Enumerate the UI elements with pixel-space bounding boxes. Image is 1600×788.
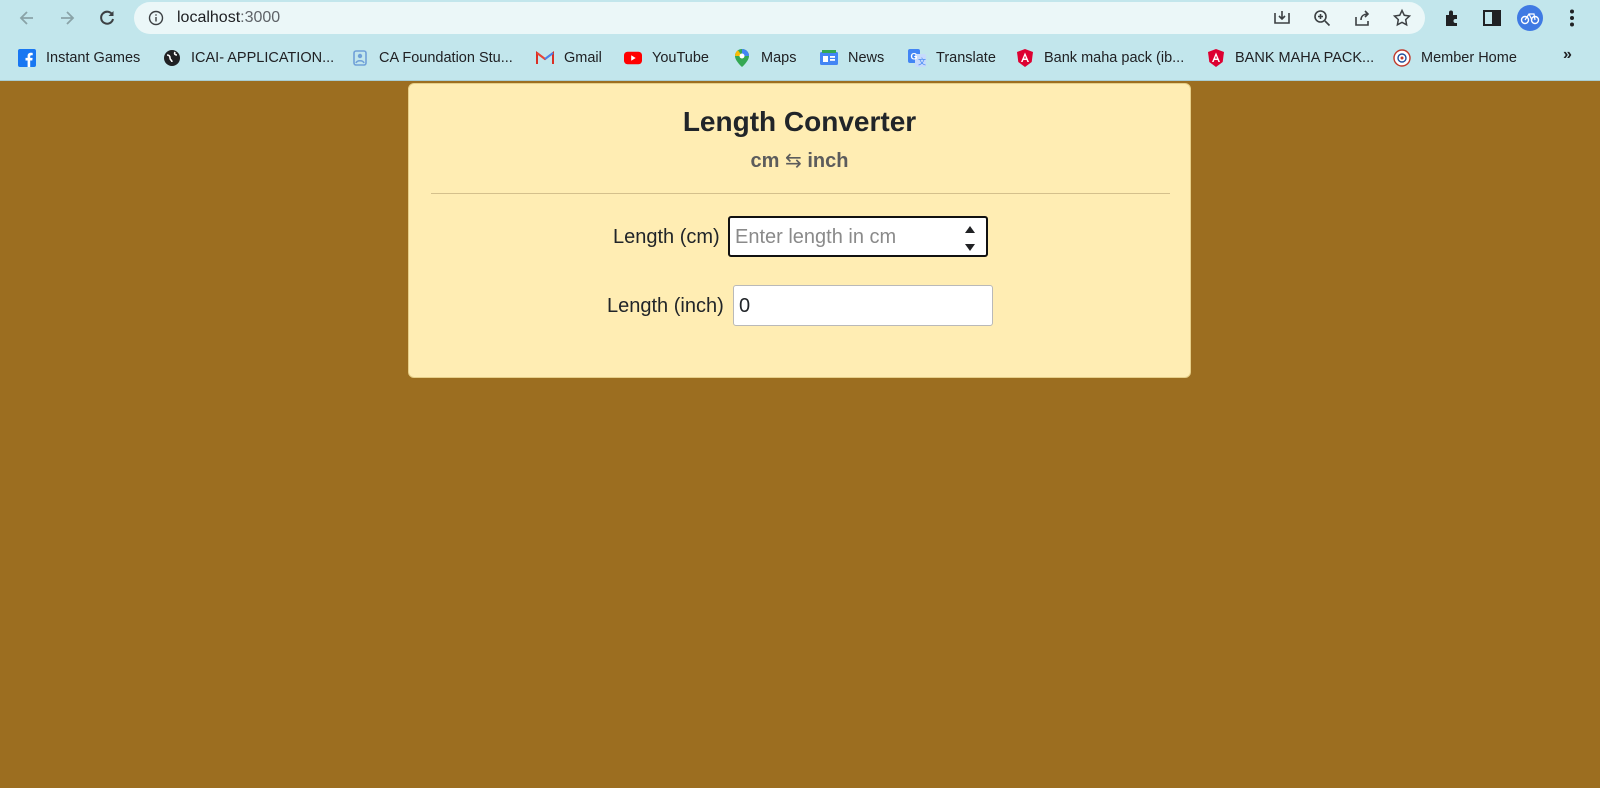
bookmark-label: Gmail [564,50,602,66]
menu-kebab-icon[interactable] [1561,7,1583,29]
address-bar[interactable]: localhost:3000 [134,2,1425,34]
zoom-icon[interactable] [1312,8,1332,28]
bookmark-news[interactable]: News [820,44,884,72]
bookmark-maps[interactable]: Maps [733,44,796,72]
bookmark-translate[interactable]: G文 Translate [908,44,996,72]
page-title: Length Converter [682,106,917,137]
reload-button[interactable] [94,5,120,31]
page-subtitle: cm ⇆ inch [409,148,1190,173]
url-host: localhost [177,9,241,26]
bookmark-label: Bank maha pack (ib... [1044,50,1185,66]
subtitle-to-unit: inch [807,150,849,172]
bookmark-label: Translate [936,50,996,66]
cm-spinner[interactable] [960,222,980,254]
maps-icon [733,49,751,67]
arrow-left-icon [19,11,33,25]
install-app-icon[interactable] [1272,8,1292,28]
forward-button[interactable] [54,5,80,31]
gmail-icon [536,49,554,67]
converter-card: Length Converter cm ⇆ inch Length (cm) E… [408,83,1191,378]
browser-chrome: localhost:3000 Instant Games ICAI- APPLI… [0,0,1600,81]
info-icon[interactable] [148,10,164,26]
bookmark-icai[interactable]: ICAI- APPLICATION... [163,44,334,72]
study-icon [351,49,369,67]
bookmark-label: Member Home [1421,50,1517,66]
bookmark-label: News [848,50,885,66]
url-text[interactable]: localhost:3000 [177,9,280,27]
bookmark-label: ICAI- APPLICATION... [191,50,335,66]
profile-avatar[interactable] [1517,5,1543,31]
inch-label: Length (inch) [607,295,724,317]
youtube-icon [624,49,642,67]
side-panel-icon[interactable] [1481,7,1503,29]
arrow-right-icon [61,11,75,25]
bookmark-star-icon[interactable] [1392,8,1412,28]
translate-icon: G文 [908,49,926,67]
extensions-icon[interactable] [1441,7,1463,29]
bookmark-bank-maha-pack-ib[interactable]: Bank maha pack (ib... [1016,44,1184,72]
triangle-up-icon [965,225,975,233]
bookmarks-more-button[interactable]: » [1563,46,1572,64]
swap-arrows-icon: ⇆ [785,150,802,172]
angular-icon [1016,49,1034,67]
profile-bicycle-icon [1520,13,1540,25]
angular-icon [1207,49,1225,67]
back-button[interactable] [14,5,40,31]
triangle-down-icon [965,243,975,251]
bookmarks-bar: Instant Games ICAI- APPLICATION... CA Fo… [0,44,1600,72]
cm-input-placeholder: Enter length in cm [735,226,897,248]
spin-down-button[interactable] [961,240,979,254]
globe-icon [163,49,181,67]
cm-input[interactable]: Enter length in cm [728,216,988,257]
inch-input[interactable]: 0 [733,285,993,326]
svg-text:G: G [911,52,918,62]
bookmark-bank-maha-pack[interactable]: BANK MAHA PACK... [1207,44,1374,72]
bookmark-label: BANK MAHA PACK... [1235,50,1375,66]
bookmark-instant-games[interactable]: Instant Games [18,44,140,72]
svg-text:文: 文 [918,57,926,67]
news-icon [820,49,838,67]
facebook-icon [18,49,36,67]
reload-icon [100,10,114,25]
bookmark-member-home[interactable]: Member Home [1393,44,1517,72]
bookmark-label: Maps [761,50,797,66]
browser-toolbar: localhost:3000 [0,0,1600,36]
share-icon[interactable] [1352,8,1372,28]
member-icon [1393,49,1411,67]
bookmark-label: CA Foundation Stu... [379,50,513,66]
inch-input-value: 0 [739,295,751,317]
cm-label: Length (cm) [613,226,720,248]
bookmark-gmail[interactable]: Gmail [536,44,602,72]
url-port: :3000 [240,9,281,26]
spin-up-button[interactable] [961,222,979,236]
bookmark-label: YouTube [652,50,709,66]
bookmark-youtube[interactable]: YouTube [624,44,709,72]
subtitle-from-unit: cm [750,150,780,172]
bookmark-label: Instant Games [46,50,141,66]
bookmark-ca-foundation[interactable]: CA Foundation Stu... [351,44,513,72]
divider [431,193,1170,194]
